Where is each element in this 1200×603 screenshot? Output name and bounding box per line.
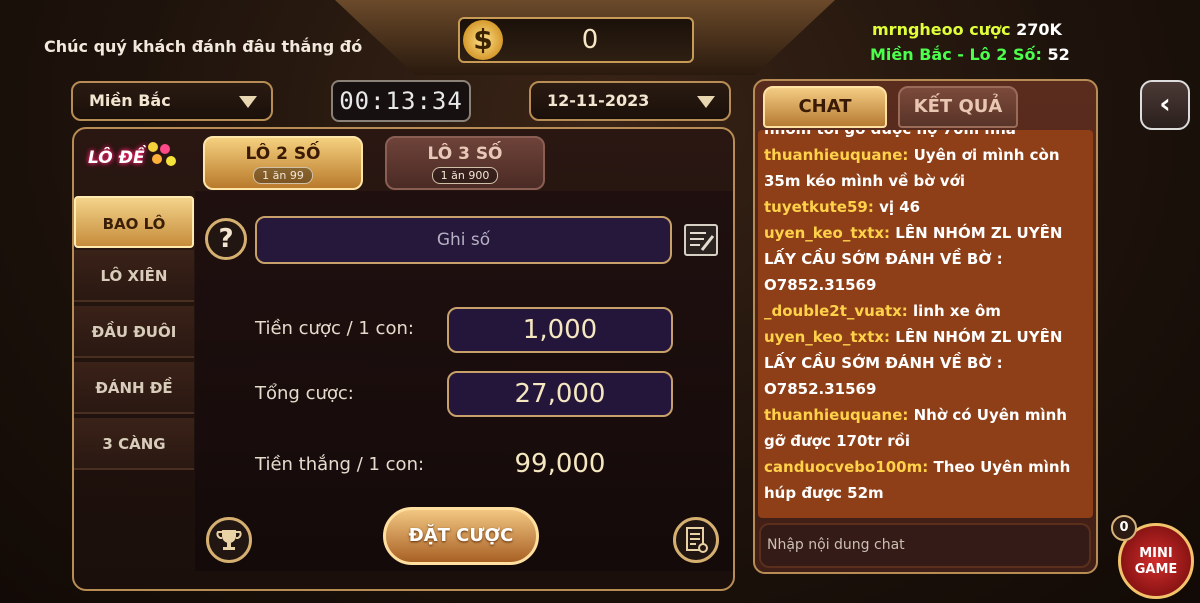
side-menu: BAO LÔ LÔ XIÊN ĐẦU ĐUÔI ĐÁNH ĐỀ 3 CÀNG [74, 191, 194, 476]
bet-notice-user: mrngheoo cược [872, 20, 1011, 39]
chat-message: nhóm tôi gỡ được họ 70m nha [764, 130, 1086, 142]
result-notice: Miền Bắc - Lô 2 Số: 52 [870, 45, 1070, 64]
tab-label: LÔ 3 SỐ [427, 144, 503, 164]
chat-message: _double2t_vuatx: linh xe ôm [764, 302, 1001, 320]
tab-odds: 1 ăn 99 [253, 167, 313, 184]
chat-message: canduocvebo100m: Theo Uyên mình húp được… [764, 458, 1071, 502]
bet-notice: mrngheoo cược 270K [872, 20, 1062, 39]
result-notice-label: Miền Bắc - Lô 2 Số: [870, 45, 1042, 64]
balance-value: 0 [581, 25, 599, 55]
date-select-value: 12-11-2023 [547, 91, 650, 110]
total-bet-label: Tổng cược: [255, 383, 354, 404]
history-button[interactable] [673, 517, 719, 563]
tab-results[interactable]: KẾT QUẢ [898, 86, 1018, 128]
chat-input[interactable]: Nhập nội dung chat [759, 523, 1091, 568]
chevron-down-icon [697, 96, 715, 108]
win-per-number-label: Tiền thắng / 1 con: [255, 454, 425, 475]
side-item-danh-de[interactable]: ĐÁNH ĐỀ [74, 362, 194, 414]
chat-message: thuanhieuquane: Nhờ có Uyên mình gỡ được… [764, 406, 1067, 450]
trophy-button[interactable] [206, 517, 252, 563]
date-select[interactable]: 12-11-2023 [529, 81, 731, 121]
tab-odds: 1 ăn 900 [431, 167, 499, 184]
ball-icon [152, 154, 162, 164]
logo-text: LÔ ĐỀ [88, 148, 145, 168]
side-item-dau-duoi[interactable]: ĐẦU ĐUÔI [74, 306, 194, 358]
mini-game-label-2: GAME [1134, 562, 1178, 577]
bet-notice-value: 270K [1016, 20, 1062, 39]
ball-icon [160, 144, 170, 154]
ball-icon [148, 142, 158, 152]
trophy-icon [216, 530, 242, 550]
chevron-down-icon [239, 96, 257, 108]
notes-icon[interactable] [684, 224, 718, 256]
dollar-icon: $ [463, 20, 503, 60]
place-bet-button[interactable]: ĐẶT CƯỢC [383, 507, 539, 565]
tab-lo-3-so[interactable]: LÔ 3 SỐ 1 ăn 900 [385, 136, 545, 190]
greeting-text: Chúc quý khách đánh đâu thắng đó [44, 37, 363, 56]
help-button[interactable]: ? [205, 218, 247, 260]
history-icon [686, 527, 708, 553]
chat-message: thuanhieuquane: Uyên ơi mình còn 35m kéo… [764, 146, 1060, 190]
side-item-3-cang[interactable]: 3 CÀNG [74, 418, 194, 470]
tab-chat[interactable]: CHAT [763, 86, 887, 128]
number-input[interactable]: Ghi số [255, 216, 672, 264]
back-button[interactable]: ‹ [1140, 80, 1190, 130]
bet-per-number-label: Tiền cược / 1 con: [255, 318, 414, 339]
result-notice-value: 52 [1047, 45, 1070, 64]
win-per-number-value: 99,000 [514, 449, 606, 479]
side-item-lo-xien[interactable]: LÔ XIÊN [74, 250, 194, 302]
chat-message: uyen_keo_txtx: LÊN NHÓM ZL UYÊN LẤY CẦU … [764, 224, 1063, 294]
mini-game-badge: 0 [1111, 515, 1137, 541]
region-select-value: Miền Bắc [89, 91, 171, 110]
tab-lo-2-so[interactable]: LÔ 2 SỐ 1 ăn 99 [203, 136, 363, 190]
bet-per-number-input[interactable]: 1,000 [447, 307, 673, 353]
side-item-bao-lo[interactable]: BAO LÔ [74, 196, 194, 248]
tab-label: LÔ 2 SỐ [245, 144, 321, 164]
ball-icon [166, 156, 176, 166]
countdown-timer: 00:13:34 [331, 80, 471, 122]
chat-messages[interactable]: nhóm tôi gỡ được họ 70m nha thuanhieuqua… [758, 130, 1093, 518]
chat-message: tuyetkute59: vị 46 [764, 198, 921, 216]
region-select[interactable]: Miền Bắc [71, 81, 273, 121]
mini-game-label-1: MINI [1139, 546, 1173, 561]
lode-logo: LÔ ĐỀ [80, 138, 180, 182]
chat-message: uyen_keo_txtx: LÊN NHÓM ZL UYÊN LẤY CẦU … [764, 328, 1063, 398]
total-bet-value: 27,000 [447, 371, 673, 417]
